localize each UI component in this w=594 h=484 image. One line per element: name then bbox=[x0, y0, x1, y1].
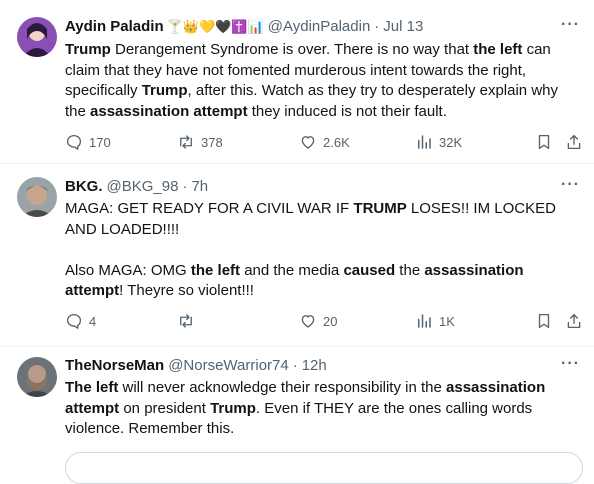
reply-icon bbox=[66, 313, 82, 329]
text-segment: MAGA: GET READY FOR A CIVIL WAR IF bbox=[65, 200, 354, 217]
display-name[interactable]: TheNorseMan bbox=[65, 357, 164, 374]
display-name[interactable]: Aydin Paladin bbox=[65, 18, 164, 35]
repost-icon bbox=[180, 135, 192, 149]
avatar[interactable] bbox=[17, 17, 57, 57]
display-name[interactable]: BKG. bbox=[65, 178, 103, 195]
more-options-button[interactable]: ··· bbox=[561, 355, 580, 373]
reply-icon bbox=[66, 134, 82, 150]
share-icon bbox=[567, 134, 581, 150]
text-segment: will never acknowledge their responsibil… bbox=[118, 379, 447, 396]
embedded-card-edge[interactable] bbox=[65, 452, 583, 484]
separator-dot: · bbox=[182, 178, 188, 195]
like-count: 20 bbox=[323, 313, 338, 329]
avatar[interactable] bbox=[17, 357, 57, 397]
share-button[interactable] bbox=[565, 133, 583, 151]
highlighted-term: Trump bbox=[210, 399, 256, 417]
text-segment: the bbox=[395, 261, 425, 279]
reply-count: 4 bbox=[89, 313, 97, 329]
reply-count: 170 bbox=[89, 134, 111, 150]
view-count: 1K bbox=[439, 313, 455, 329]
share-icon bbox=[567, 313, 581, 329]
timestamp[interactable]: 12h bbox=[302, 357, 327, 374]
tweet-header: Aydin Paladin 🍸👑💛🖤✝️📊 @AydinPaladin · Ju… bbox=[65, 18, 423, 35]
timestamp[interactable]: 7h bbox=[191, 178, 208, 195]
repost-button[interactable] bbox=[177, 312, 195, 330]
tweet-2[interactable]: BKG. @BKG_98 · 7h ··· MAGA: GET READY FO… bbox=[0, 164, 594, 347]
tweet-header: BKG. @BKG_98 · 7h bbox=[65, 178, 208, 195]
repost-button[interactable]: 378 bbox=[177, 133, 223, 151]
like-button[interactable]: 20 bbox=[299, 312, 337, 330]
highlighted-term: TRUMP bbox=[353, 200, 407, 217]
heart-icon bbox=[301, 136, 315, 149]
like-count: 2.6K bbox=[323, 134, 350, 150]
reply-button[interactable]: 170 bbox=[65, 133, 111, 151]
action-bar: 4 20 1K bbox=[65, 312, 585, 332]
reply-button[interactable]: 4 bbox=[65, 312, 96, 330]
text-segment: Derangement Syndrome is over. There is n… bbox=[110, 41, 474, 58]
name-emojis: 🍸👑💛🖤✝️📊 bbox=[166, 18, 264, 34]
text-segment: ! Theyre so violent!!! bbox=[119, 282, 254, 299]
analytics-icon bbox=[418, 314, 431, 328]
timestamp[interactable]: Jul 13 bbox=[383, 18, 423, 35]
bookmark-button[interactable] bbox=[535, 312, 553, 330]
highlighted-term: caused bbox=[343, 261, 396, 279]
bookmark-button[interactable] bbox=[535, 133, 553, 151]
action-bar: 170 378 2.6K 32K bbox=[65, 133, 585, 153]
highlighted-term: The left bbox=[65, 379, 119, 396]
views-button[interactable]: 1K bbox=[415, 312, 455, 330]
more-options-button[interactable]: ··· bbox=[561, 16, 580, 34]
separator-dot: · bbox=[374, 18, 380, 35]
text-segment: they induced is not their fault. bbox=[247, 102, 447, 120]
heart-icon bbox=[301, 315, 315, 328]
share-button[interactable] bbox=[565, 312, 583, 330]
tweet-text: The left will never acknowledge their re… bbox=[65, 378, 580, 440]
highlighted-term: the left bbox=[473, 41, 523, 58]
bookmark-icon bbox=[538, 134, 550, 150]
analytics-icon bbox=[418, 135, 431, 149]
more-options-button[interactable]: ··· bbox=[561, 176, 580, 194]
highlighted-term: the left bbox=[190, 261, 241, 279]
highlighted-term: assassination attempt bbox=[90, 102, 248, 120]
tweet-text: Trump Derangement Syndrome is over. Ther… bbox=[65, 40, 580, 122]
repost-icon bbox=[180, 314, 192, 328]
handle[interactable]: @BKG_98 bbox=[107, 178, 179, 195]
text-segment: and the media bbox=[240, 261, 344, 279]
tweet-text: MAGA: GET READY FOR A CIVIL WAR IF TRUMP… bbox=[65, 199, 580, 302]
text-segment: Also MAGA: OMG bbox=[65, 261, 191, 279]
tweet-3[interactable]: TheNorseMan @NorseWarrior74 · 12h ··· Th… bbox=[0, 347, 594, 461]
separator-dot: · bbox=[292, 357, 298, 374]
bookmark-icon bbox=[538, 313, 550, 329]
text-segment: on president bbox=[119, 399, 211, 417]
tweet-header: TheNorseMan @NorseWarrior74 · 12h bbox=[65, 357, 327, 374]
handle[interactable]: @AydinPaladin bbox=[268, 18, 371, 35]
handle[interactable]: @NorseWarrior74 bbox=[168, 357, 289, 374]
like-button[interactable]: 2.6K bbox=[299, 133, 350, 151]
view-count: 32K bbox=[439, 134, 463, 150]
views-button[interactable]: 32K bbox=[415, 133, 462, 151]
highlighted-term: Trump bbox=[141, 82, 188, 99]
highlighted-term: Trump bbox=[65, 41, 111, 58]
repost-count: 378 bbox=[201, 134, 223, 150]
avatar[interactable] bbox=[17, 177, 57, 217]
tweet-1[interactable]: Aydin Paladin 🍸👑💛🖤✝️📊 @AydinPaladin · Ju… bbox=[0, 0, 594, 164]
